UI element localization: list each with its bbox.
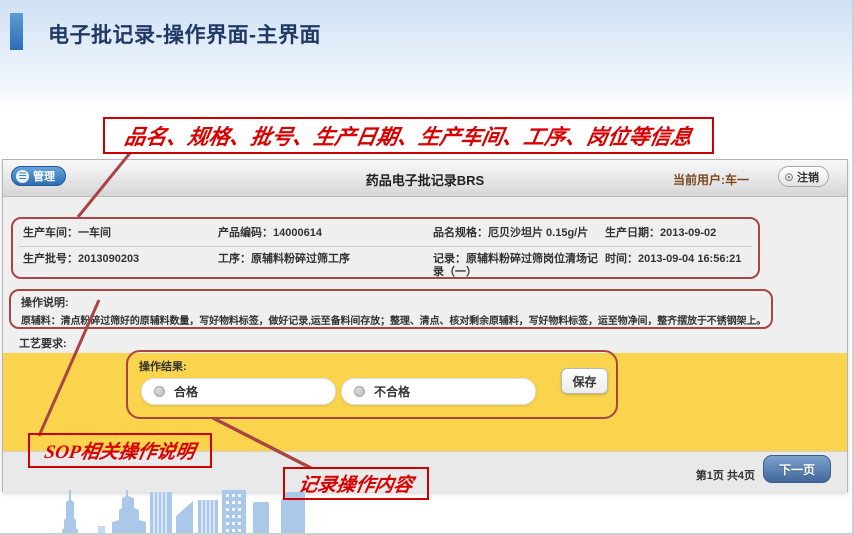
result-label: 操作结果: [139, 358, 187, 374]
field-product-spec: 品名规格：厄贝沙坦片 0.15g/片 [433, 227, 605, 240]
current-user-label: 当前用户:车一 [673, 171, 749, 188]
field-record: 记录：原辅料粉碎过筛岗位清场记录（一） [433, 253, 605, 279]
annotation-box-sop: SOP相关操作说明 [28, 433, 212, 468]
field-product-code: 产品编码：14000614 [218, 227, 430, 240]
sop-instruction-panel: 操作说明: 原辅料：清点粉碎过筛好的原辅料数量，写好物料标签，做好记录,运至备料… [9, 289, 773, 329]
option-qualified-label: 合格 [174, 383, 198, 400]
next-page-button[interactable]: 下一页 [763, 455, 831, 483]
info-row-divider [19, 246, 752, 247]
option-unqualified-label: 不合格 [374, 383, 410, 400]
radio-icon[interactable] [154, 386, 165, 397]
batch-info-panel: 生产车间：一车间 产品编码：14000614 品名规格：厄贝沙坦片 0.15g/… [11, 217, 760, 279]
sop-text: 原辅料：清点粉碎过筛好的原辅料数量，写好物料标签，做好记录,运至备料间存放；整理… [21, 312, 761, 327]
annotation-top-text: 品名、规格、批号、生产日期、生产车间、工序、岗位等信息 [122, 121, 694, 151]
process-requirement-label: 工艺要求: [19, 335, 67, 351]
app-header: ☰ 管理 药品电子批记录BRS 当前用户:车一 ⊙ 注销 [3, 160, 847, 197]
option-qualified[interactable]: 合格 [141, 378, 336, 405]
radio-icon[interactable] [354, 386, 365, 397]
logout-button-label: 注销 [797, 169, 819, 185]
annotation-record-text: 记录操作内容 [297, 470, 416, 497]
annotation-sop-text: SOP相关操作说明 [43, 437, 198, 464]
slide: 电子批记录-操作界面-主界面 品名、规格、批号、生产日期、生产车间、工序、岗位等… [0, 0, 854, 535]
save-button[interactable]: 保存 [561, 368, 608, 394]
annotation-box-top: 品名、规格、批号、生产日期、生产车间、工序、岗位等信息 [103, 117, 714, 154]
logout-icon: ⊙ [784, 171, 794, 183]
field-time: 时间：2013-09-04 16:56:21 [605, 253, 757, 266]
page-info: 第1页 共4页 [696, 467, 755, 483]
slide-title: 电子批记录-操作界面-主界面 [48, 19, 321, 49]
title-accent-bar [10, 13, 23, 50]
annotation-box-record: 记录操作内容 [283, 467, 429, 500]
skyline-decoration [55, 490, 317, 535]
top-gradient-band [0, 0, 854, 115]
field-production-date: 生产日期：2013-09-02 [605, 227, 757, 240]
field-process: 工序：原辅料粉碎过筛工序 [218, 253, 430, 266]
logout-button[interactable]: ⊙ 注销 [778, 166, 829, 187]
option-unqualified[interactable]: 不合格 [341, 378, 536, 405]
field-batch-number: 生产批号：2013090203 [23, 253, 213, 266]
field-workshop: 生产车间：一车间 [23, 227, 213, 240]
sop-heading: 操作说明: [21, 294, 761, 310]
